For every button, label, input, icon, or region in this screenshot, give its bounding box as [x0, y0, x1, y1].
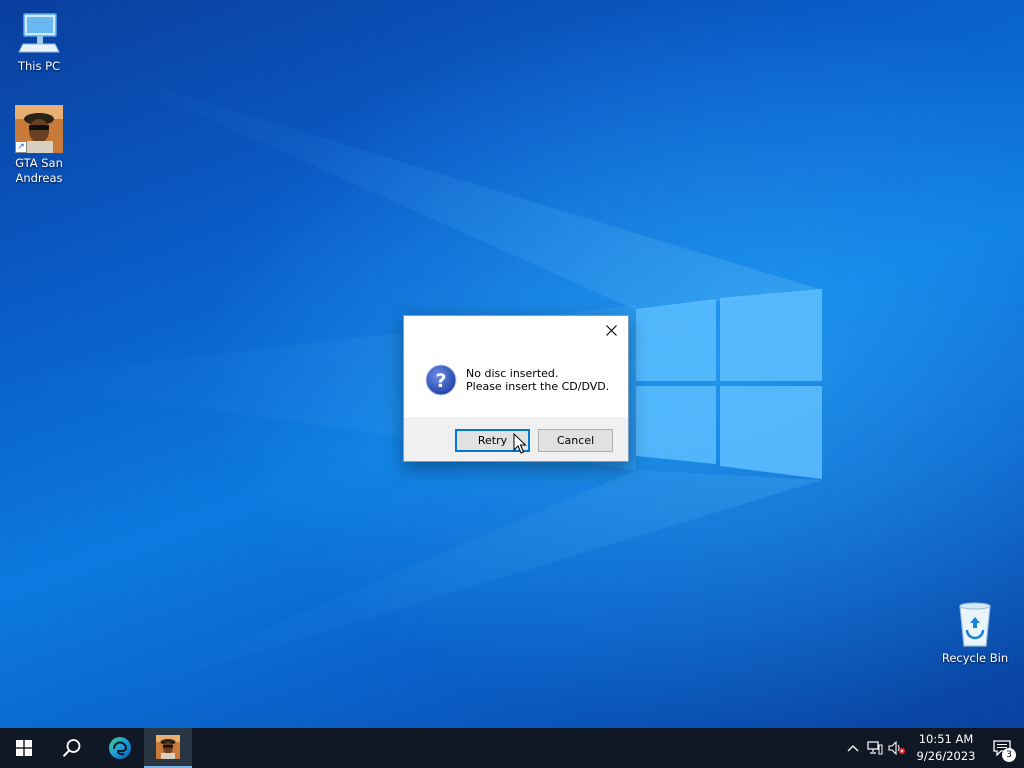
shortcut-arrow-icon: ↗	[15, 141, 27, 153]
svg-text:?: ?	[435, 370, 446, 392]
search-button[interactable]	[48, 728, 96, 768]
notification-count-badge: 3	[1002, 748, 1016, 762]
dialog-body: ? No disc inserted. Please insert the CD…	[425, 364, 609, 396]
search-icon	[62, 739, 81, 757]
taskbar: 10:51 AM 9/26/2023 3	[0, 728, 1024, 768]
desktop-icon-this-pc[interactable]: This PC	[4, 8, 74, 74]
windows-start-icon	[16, 740, 32, 756]
volume-button[interactable]	[886, 728, 908, 768]
gta-san-andreas-icon: ↗	[15, 105, 63, 153]
computer-icon	[15, 8, 63, 56]
start-button[interactable]	[0, 728, 48, 768]
question-icon: ?	[425, 364, 457, 396]
clock[interactable]: 10:51 AM 9/26/2023	[912, 731, 980, 765]
volume-muted-icon	[888, 741, 906, 755]
action-center-button[interactable]: 3	[980, 728, 1024, 768]
chevron-up-icon	[847, 745, 859, 752]
desktop-icon-label: This PC	[17, 59, 61, 73]
clock-time: 10:51 AM	[918, 732, 974, 746]
desktop-icon-gta-san-andreas[interactable]: ↗ GTA San Andreas	[4, 105, 74, 186]
desktop-icon-label: GTA San Andreas	[15, 156, 63, 185]
mouse-cursor-icon	[513, 433, 527, 454]
cancel-button[interactable]: Cancel	[538, 429, 613, 452]
taskbar-edge[interactable]	[96, 728, 144, 768]
desktop-icon-label: Recycle Bin	[941, 651, 1009, 665]
network-button[interactable]	[864, 728, 886, 768]
close-button[interactable]	[600, 320, 622, 340]
clock-date: 9/26/2023	[916, 749, 976, 763]
dialog-message-line-2: Please insert the CD/DVD.	[466, 380, 610, 393]
windows-logo-wallpaper	[636, 289, 822, 479]
system-tray: 10:51 AM 9/26/2023 3	[842, 728, 1024, 768]
show-hidden-icons-button[interactable]	[842, 728, 864, 768]
close-icon	[605, 324, 617, 336]
gta-san-andreas-icon	[156, 735, 180, 759]
network-icon	[867, 741, 883, 755]
dialog-message-line-1: No disc inserted.	[466, 367, 559, 380]
recycle-bin-icon	[951, 600, 999, 648]
taskbar-gta-san-andreas[interactable]	[144, 728, 192, 768]
dialog-message: No disc inserted. Please insert the CD/D…	[466, 367, 609, 393]
desktop-icon-recycle-bin[interactable]: Recycle Bin	[940, 600, 1010, 666]
edge-icon	[109, 737, 131, 759]
